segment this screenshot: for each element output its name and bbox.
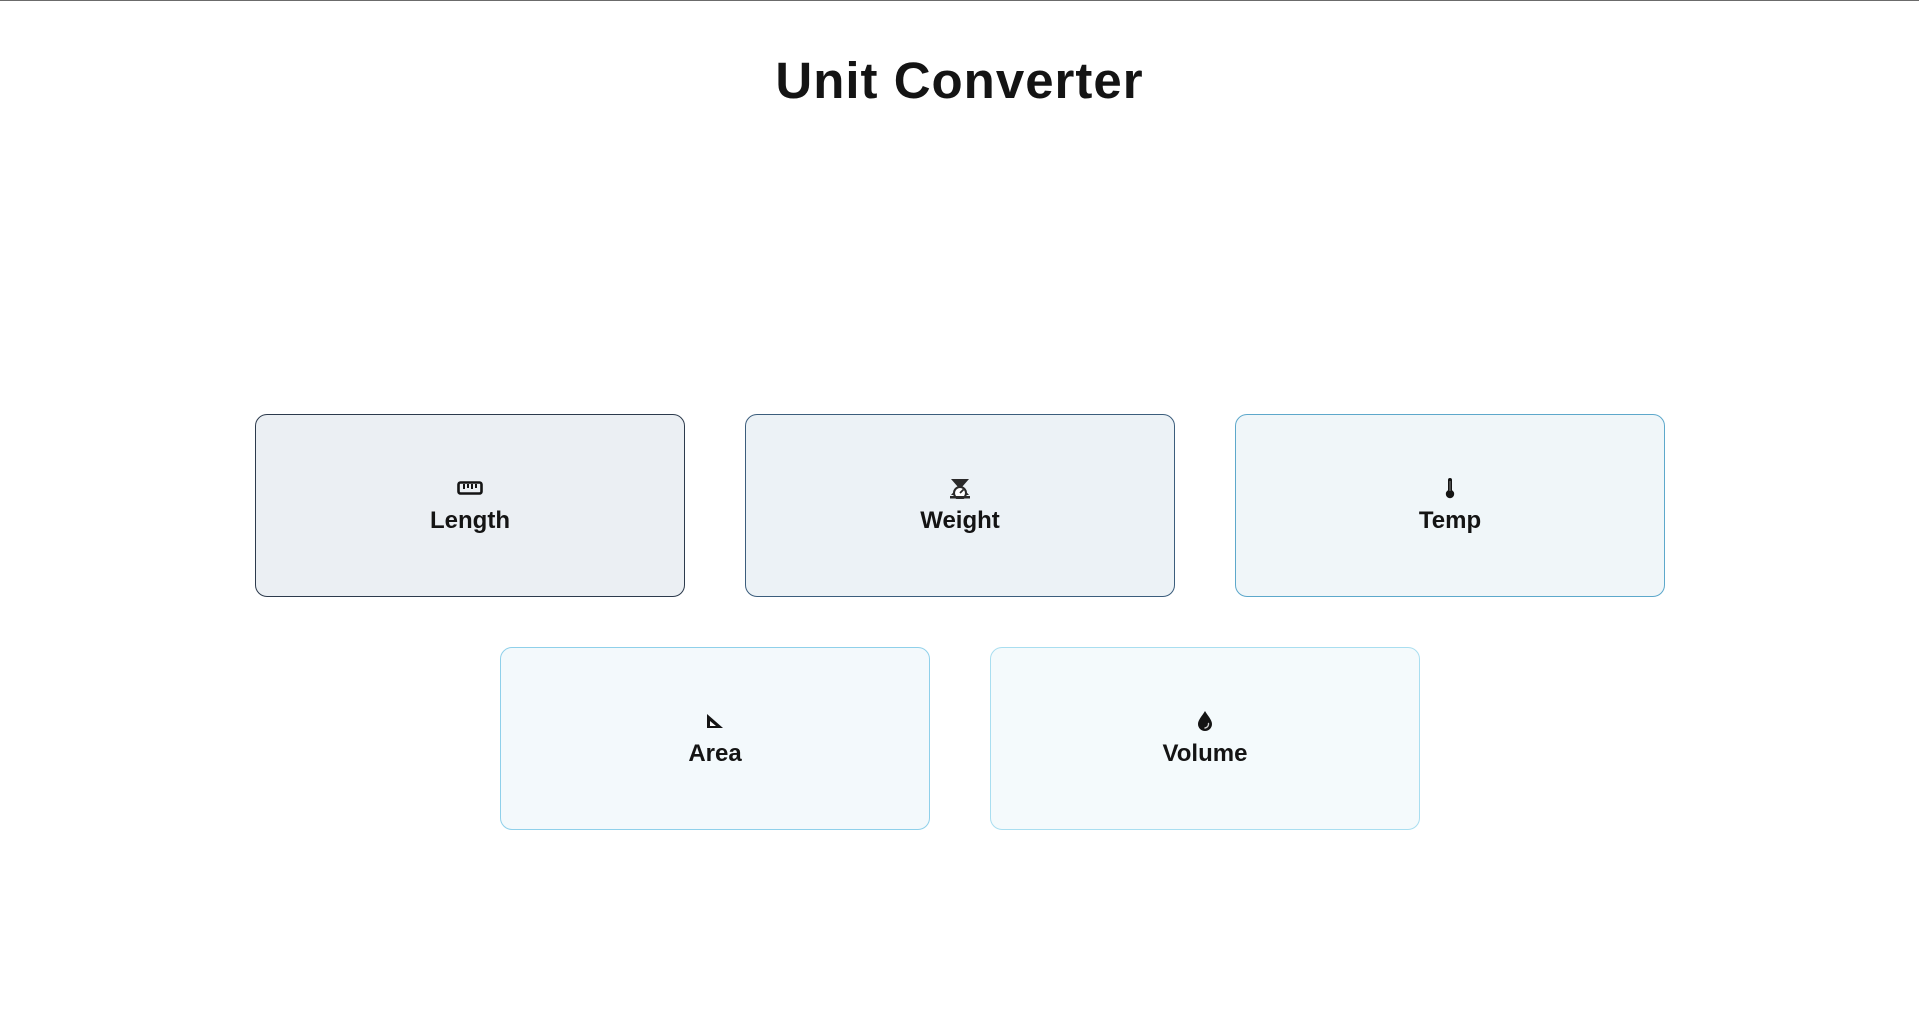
category-label: Volume	[1162, 739, 1248, 767]
droplet-icon	[1192, 710, 1218, 732]
category-label: Length	[430, 506, 510, 534]
category-card-volume[interactable]: Volume	[990, 647, 1420, 830]
category-label: Temp	[1418, 506, 1482, 534]
page-title: Unit Converter	[775, 52, 1144, 109]
thermometer-icon	[1437, 477, 1463, 499]
ruler-icon	[457, 477, 483, 499]
category-card-weight[interactable]: Weight	[745, 414, 1175, 597]
category-card-area[interactable]: Area	[500, 647, 930, 830]
category-label: Weight	[920, 506, 1000, 534]
category-label: Area	[688, 739, 742, 767]
category-card-length[interactable]: Length	[255, 414, 685, 597]
triangle-ruler-icon	[702, 710, 728, 732]
scale-icon	[947, 477, 973, 499]
category-card-temp[interactable]: Temp	[1235, 414, 1665, 597]
top-divider	[0, 0, 1919, 1]
